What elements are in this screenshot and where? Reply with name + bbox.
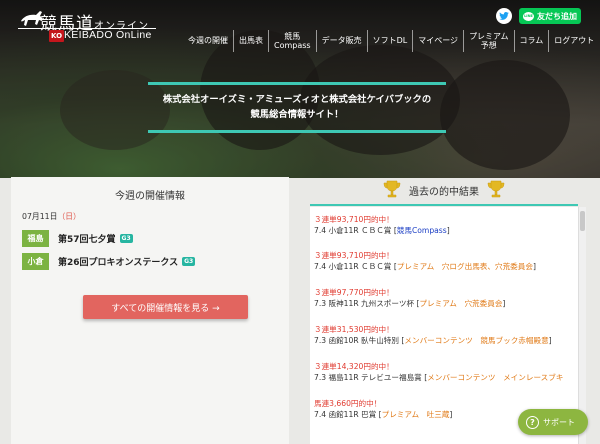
results-scrollbar[interactable] <box>578 207 586 444</box>
hero-banner: 株式会社オーイズミ・アミューズィオと株式会社ケイバブックの 競馬総合情報サイト！ <box>148 82 446 133</box>
banner-bottom-line <box>148 130 446 133</box>
trophy-icon <box>487 180 505 198</box>
nav-my-page[interactable]: マイページ <box>412 30 463 52</box>
past-results-title: 過去の的中結果 <box>409 187 479 198</box>
result-source-link[interactable]: プレミアム 吐三蔵 <box>382 410 450 419</box>
result-source-link[interactable]: プレミアム 穴ログ出馬表、穴荒委員会 <box>397 262 533 271</box>
result-source-link[interactable]: メンバーコンテンツ メインレースブキ <box>427 373 563 382</box>
result-payout: ３連単31,530円的中！ <box>314 325 394 334</box>
line-add-friend-button[interactable]: LINE 友だち追加 <box>519 8 581 24</box>
support-label: サポート <box>543 417 575 427</box>
race-name[interactable]: 第26回プロキオンステークス <box>58 255 178 268</box>
result-payout: ３連単14,320円的中！ <box>314 362 394 371</box>
result-payout: 馬連3,660円的中！ <box>314 399 382 408</box>
result-item[interactable]: ３連単93,710円的中！ 7.4 小倉11R ＣＢＣ賞 [プレミアム 穴ログ出… <box>314 250 536 272</box>
race-row-kokura[interactable]: 小倉 第26回プロキオンステークス G3 <box>22 253 196 270</box>
result-source-link[interactable]: プレミアム 穴荒委員会 <box>419 299 502 308</box>
nav-data-sales[interactable]: データ販売 <box>315 30 367 52</box>
nav-premium-prediction[interactable]: プレミアム 予想 <box>463 30 513 52</box>
help-icon: ? <box>526 415 539 429</box>
nav-race-card[interactable]: 出馬表 <box>233 30 268 52</box>
site-header: 競馬道オンライン KO KEIBADO OnLine LINE 友だち追加 今週… <box>0 0 600 62</box>
support-button[interactable]: ? サポート <box>518 409 588 435</box>
banner-top-line <box>148 82 446 85</box>
line-add-friend-label: 友だち追加 <box>537 11 577 21</box>
logo-subtitle: KEIBADO OnLine <box>64 29 152 41</box>
venue-badge: 福島 <box>22 230 49 247</box>
result-source-link[interactable]: 競馬Compass <box>397 226 447 235</box>
weekly-date: 07月11日（日） <box>22 212 81 221</box>
weekly-day-of-week: （日） <box>57 212 81 221</box>
nav-column[interactable]: コラム <box>513 30 549 52</box>
scrollbar-thumb[interactable] <box>580 211 585 231</box>
twitter-button[interactable] <box>496 8 512 24</box>
result-item[interactable]: 馬連3,660円的中！ 7.4 函館11R 巴賞 [プレミアム 吐三蔵] <box>314 398 452 420</box>
banner-line-2: 競馬総合情報サイト！ <box>250 109 344 120</box>
result-item[interactable]: ３連単14,320円的中！ 7.3 福島11R テレビユー福島賞 [メンバーコン… <box>314 361 563 383</box>
main-nav: 今週の開催 出馬表 競馬 Compass データ販売 ソフトDL マイページ プ… <box>183 30 599 52</box>
line-icon: LINE <box>523 11 534 21</box>
twitter-icon <box>499 12 509 20</box>
all-race-info-button[interactable]: すべての開催情報を見る → <box>83 295 248 319</box>
result-item[interactable]: ３連単93,710円的中！ 7.4 小倉11R ＣＢＣ賞 [競馬Compass] <box>314 214 450 236</box>
weekly-info-title: 今週の開催情報 <box>115 191 185 202</box>
venue-badge: 小倉 <box>22 253 49 270</box>
race-row-fukushima[interactable]: 福島 第57回七夕賞 G3 <box>22 230 133 247</box>
race-name[interactable]: 第57回七夕賞 <box>58 232 116 245</box>
nav-logout[interactable]: ログアウト <box>548 30 599 52</box>
grade-badge: G3 <box>182 257 196 266</box>
grade-badge: G3 <box>119 234 133 243</box>
site-logo[interactable]: 競馬道オンライン KO KEIBADO OnLine <box>18 9 158 49</box>
result-item[interactable]: ３連単97,770円的中！ 7.3 阪神11R 九州スポーツ杯 [プレミアム 穴… <box>314 287 505 309</box>
result-source-link[interactable]: メンバーコンテンツ 競馬ブック赤帽殿意 <box>404 336 548 345</box>
past-results-divider <box>310 204 578 206</box>
past-results-panel: 過去の的中結果 ３連単93,710円的中！ 7.4 小倉11R ＣＢＣ賞 [競馬… <box>310 177 578 444</box>
result-payout: ３連単97,770円的中！ <box>314 288 394 297</box>
result-payout: ３連単93,710円的中！ <box>314 251 394 260</box>
weekly-info-panel: 今週の開催情報 07月11日（日） 福島 第57回七夕賞 G3 小倉 第26回プ… <box>11 177 289 444</box>
result-item[interactable]: ３連単31,530円的中！ 7.3 函館10R 臥牛山特別 [メンバーコンテンツ… <box>314 324 552 346</box>
result-payout: ３連単93,710円的中！ <box>314 215 394 224</box>
nav-this-week[interactable]: 今週の開催 <box>183 30 233 52</box>
banner-line-1: 株式会社オーイズミ・アミューズィオと株式会社ケイバブックの <box>162 94 432 105</box>
past-results-header: 過去の的中結果 <box>310 177 578 206</box>
nav-software-dl[interactable]: ソフトDL <box>366 30 413 52</box>
nav-keiba-compass[interactable]: 競馬 Compass <box>268 30 316 52</box>
logo-ko-badge: KO <box>49 30 65 42</box>
